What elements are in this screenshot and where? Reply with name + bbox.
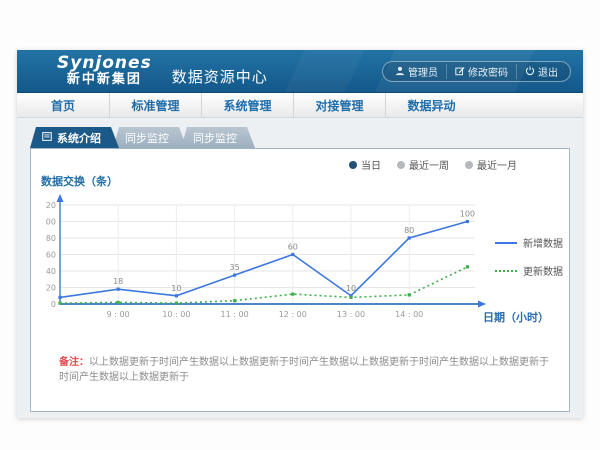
svg-text:12 : 00: 12 : 00: [279, 310, 307, 319]
svg-text:100: 100: [45, 218, 56, 227]
line-chart: 0 20 40 60 80 100 120 9 : 00 10 : 00 11 : 00 12 : …: [45, 193, 490, 341]
svg-text:0: 0: [51, 300, 56, 309]
range-option-today[interactable]: 当日: [349, 157, 381, 172]
nav-item-home[interactable]: 首页: [17, 93, 109, 117]
nav-item-integration-mgmt[interactable]: 对接管理: [293, 93, 385, 117]
footnote-prefix: 备注：: [59, 357, 89, 368]
nav-item-standard-mgmt[interactable]: 标准管理: [109, 93, 201, 117]
svg-text:20: 20: [46, 284, 56, 293]
svg-text:10: 10: [171, 284, 181, 293]
footnote: 备注：以上数据更新于时间产生数据以上数据更新于时间产生数据以上数据更新于时间产生…: [59, 355, 549, 385]
legend-item-updated-data[interactable]: 更新数据: [495, 263, 563, 278]
svg-text:9 : 00: 9 : 00: [107, 310, 130, 319]
svg-text:40: 40: [46, 267, 56, 276]
nav-item-system-mgmt[interactable]: 系统管理: [201, 93, 293, 117]
radio-selected-icon: [349, 161, 357, 169]
document-icon: [42, 131, 52, 144]
edit-icon: [455, 66, 465, 76]
user-icon: [395, 66, 405, 76]
main-nav: 首页 标准管理 系统管理 对接管理 数据异动: [17, 93, 583, 118]
svg-text:120: 120: [45, 201, 56, 210]
svg-text:10: 10: [346, 284, 356, 293]
user-toolbar: 管理员 修改密码 退出: [382, 61, 571, 82]
range-option-label: 最近一周: [409, 157, 449, 172]
range-option-label: 最近一月: [477, 157, 517, 172]
solid-line-icon: [495, 242, 517, 244]
tab-sync-monitor-2[interactable]: 同步监控: [181, 127, 255, 148]
page: Synjones 新中新集团 数据资源中心 管理员 修改密码: [0, 0, 600, 450]
svg-text:60: 60: [288, 243, 298, 252]
power-icon: [525, 66, 535, 76]
tab-label: 同步监控: [193, 130, 237, 146]
page-title: 数据资源中心: [172, 66, 268, 87]
range-option-last-month[interactable]: 最近一月: [465, 157, 517, 172]
app-header: Synjones 新中新集团 数据资源中心 管理员 修改密码: [17, 50, 583, 93]
tab-label: 系统介绍: [57, 130, 101, 146]
radio-unselected-icon: [397, 161, 405, 169]
line-chart-svg: 0 20 40 60 80 100 120 9 : 00 10 : 00 11 : 00 12 : …: [45, 193, 490, 341]
company-logo: Synjones 新中新集团: [57, 55, 152, 86]
logout-button[interactable]: 退出: [516, 64, 566, 79]
legend-label: 更新数据: [523, 263, 563, 278]
app-window: Synjones 新中新集团 数据资源中心 管理员 修改密码: [17, 50, 583, 418]
time-range-filter: 当日 最近一周 最近一月: [349, 157, 517, 172]
chart-panel: 当日 最近一周 最近一月 数据交换（条） 0 20 40 60 80 100 120 9 : …: [30, 148, 570, 412]
radio-unselected-icon: [465, 161, 473, 169]
change-password-button[interactable]: 修改密码: [446, 64, 516, 79]
svg-text:80: 80: [404, 226, 414, 235]
tab-bar: 系统介绍 同步监控 同步监控: [30, 127, 249, 148]
change-password-label: 修改密码: [468, 64, 508, 79]
tab-label: 同步监控: [125, 130, 169, 146]
svg-text:35: 35: [230, 263, 240, 272]
svg-text:60: 60: [46, 251, 56, 260]
svg-text:11 : 00: 11 : 00: [221, 310, 249, 319]
legend-item-new-data[interactable]: 新增数据: [495, 235, 563, 250]
range-option-last-week[interactable]: 最近一周: [397, 157, 449, 172]
range-option-label: 当日: [361, 157, 381, 172]
nav-item-data-change[interactable]: 数据异动: [385, 93, 477, 117]
series-legend: 新增数据 更新数据: [495, 235, 563, 278]
header-decor-streak: [272, 50, 374, 93]
y-axis-title: 数据交换（条）: [41, 173, 118, 189]
legend-label: 新增数据: [523, 235, 563, 250]
content-area: 系统介绍 同步监控 同步监控 当日 最近一周: [17, 118, 583, 418]
logout-label: 退出: [538, 64, 558, 79]
svg-text:18: 18: [113, 277, 123, 286]
tab-system-intro[interactable]: 系统介绍: [30, 127, 119, 148]
footnote-text: 以上数据更新于时间产生数据以上数据更新于时间产生数据以上数据更新于时间产生数据以…: [59, 357, 549, 383]
svg-text:13 : 00: 13 : 00: [337, 310, 365, 319]
logo-brand-cn-text: 新中新集团: [57, 73, 152, 87]
current-user-button[interactable]: 管理员: [387, 64, 446, 79]
svg-text:10 : 00: 10 : 00: [162, 310, 190, 319]
svg-text:100: 100: [460, 210, 475, 219]
svg-text:80: 80: [46, 234, 56, 243]
tab-sync-monitor-1[interactable]: 同步监控: [113, 127, 187, 148]
logo-brand-text: Synjones: [57, 55, 152, 73]
dotted-line-icon: [495, 270, 517, 272]
x-axis-title: 日期（小时）: [483, 309, 549, 325]
svg-text:14 : 00: 14 : 00: [395, 310, 423, 319]
current-user-label: 管理员: [408, 64, 438, 79]
